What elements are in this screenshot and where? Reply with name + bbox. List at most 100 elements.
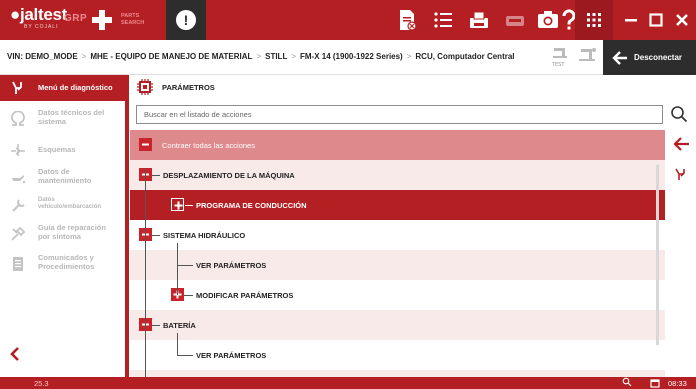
tree-connector bbox=[152, 325, 160, 326]
print-icon[interactable] bbox=[461, 0, 497, 40]
repair-guide-icon bbox=[11, 226, 26, 241]
collapse-all-row[interactable]: Contraer todas las acciones bbox=[130, 130, 665, 160]
sidebar-item-label: Esquemas bbox=[38, 145, 76, 154]
printer-disabled-icon bbox=[497, 0, 533, 40]
tree-row-label: MODIFICAR PARÁMETROS bbox=[196, 291, 294, 300]
close-icon[interactable] bbox=[668, 0, 696, 40]
search-icon[interactable] bbox=[670, 105, 688, 123]
footer-search-icon[interactable] bbox=[622, 377, 632, 387]
tree-connector bbox=[152, 235, 160, 236]
diagnostic-shortcut-icon[interactable] bbox=[674, 168, 688, 182]
breadcrumb-category[interactable]: MHE - EQUIPO DE MANEJO DE MATERIAL bbox=[90, 52, 252, 61]
sidebar-item-label: Menú de diagnóstico bbox=[38, 83, 113, 92]
tree-row-label: PROGRAMA DE CONDUCCIÓN bbox=[196, 201, 307, 210]
tree-row[interactable]: BATERÍA bbox=[130, 310, 665, 340]
document-icon bbox=[13, 257, 23, 271]
tree-row[interactable]: DESPLAZAMIENTO DE LA MÁQUINA bbox=[130, 160, 665, 190]
sidebar-item-label: Datos de bbox=[38, 167, 70, 176]
ohm-icon bbox=[11, 111, 25, 126]
search-label: SEARCH bbox=[121, 20, 145, 26]
sidebar: Menú de diagnóstico Datos técnicos del si… bbox=[0, 75, 125, 377]
tree-connector bbox=[152, 175, 160, 176]
sidebar-item-label: Comunicados y bbox=[38, 253, 94, 262]
wrench-icon bbox=[12, 199, 25, 212]
sidebar-item-label-group: Guía de reparación por síntoma bbox=[38, 223, 106, 241]
action-tree: Contraer todas las acciones DESPLAZAMIEN… bbox=[130, 130, 665, 377]
tree-scrollbar[interactable] bbox=[656, 165, 659, 345]
tree-row-label: BATERÍA bbox=[163, 321, 196, 330]
right-rail bbox=[665, 130, 696, 377]
tree-connector bbox=[177, 265, 193, 266]
tree-row bbox=[130, 370, 665, 377]
report-icon[interactable] bbox=[389, 0, 425, 40]
plus-icon[interactable] bbox=[171, 198, 184, 211]
calendar-icon[interactable] bbox=[650, 378, 660, 388]
panel-header: PARÁMETROS bbox=[130, 75, 696, 100]
sidebar-item-maintenance-data[interactable]: Datos de mantenimiento bbox=[0, 165, 125, 193]
test-label: TEST bbox=[551, 62, 565, 68]
breadcrumb-system[interactable]: RCU, Computador Central bbox=[415, 52, 514, 61]
tree-row[interactable]: VER PARÁMETROS bbox=[130, 340, 665, 370]
search-input[interactable] bbox=[136, 105, 663, 124]
breadcrumb-separator: > bbox=[256, 52, 262, 61]
sidebar-item-label: Datos técnicos del bbox=[38, 108, 105, 117]
page-title: PARÁMETROS bbox=[162, 83, 215, 92]
breadcrumb-model[interactable]: FM-X 14 (1900-1922 Series) bbox=[300, 52, 403, 61]
breadcrumb-vin[interactable]: VIN: DEMO_MODE bbox=[7, 52, 78, 61]
tree-row-label: VER PARÁMETROS bbox=[196, 351, 267, 360]
sidebar-item-technical-data[interactable]: Datos técnicos del sistema bbox=[0, 106, 125, 134]
test-connector-icon[interactable]: TEST bbox=[551, 46, 569, 68]
sidebar-item-bulletins[interactable]: Comunicados y Procedimientos bbox=[0, 251, 125, 279]
connector-icon[interactable] bbox=[577, 46, 597, 68]
version-label: 25.3 bbox=[34, 379, 49, 388]
sidebar-item-label-group: Datos técnicos del sistema bbox=[38, 108, 104, 126]
tree-row[interactable]: SISTEMA HIDRÁULICO bbox=[130, 220, 665, 250]
alert-icon: ! bbox=[176, 10, 196, 30]
sidebar-collapse-icon[interactable] bbox=[8, 346, 22, 362]
jaltest-app: ●jaltest BY COJALI GRP PARTS SEARCH ! VI… bbox=[0, 0, 696, 389]
sidebar-item-label-2: sistema bbox=[38, 117, 66, 126]
tree-connector bbox=[177, 243, 178, 295]
schematic-icon bbox=[11, 144, 25, 156]
logo-subtext: BY COJALI bbox=[24, 24, 59, 30]
breadcrumb-separator: > bbox=[291, 52, 296, 61]
tree-connector bbox=[177, 333, 178, 356]
jaltest-logo[interactable]: ●jaltest BY COJALI bbox=[10, 5, 68, 31]
disconnect-button[interactable]: Desconectar bbox=[603, 40, 696, 75]
add-icon[interactable] bbox=[90, 8, 114, 32]
logo-text: ●jaltest bbox=[10, 5, 68, 24]
tree-connector bbox=[184, 295, 193, 296]
top-bar: ●jaltest BY COJALI GRP PARTS SEARCH ! bbox=[0, 0, 696, 40]
tree-row-label: DESPLAZAMIENTO DE LA MÁQUINA bbox=[163, 171, 295, 180]
sidebar-item-label-group: Datos de mantenimiento bbox=[38, 167, 91, 185]
sidebar-item-label-2: mantenimiento bbox=[38, 176, 92, 185]
tree-row[interactable]: VER PARÁMETROS bbox=[130, 250, 665, 280]
sidebar-item-vehicle-data[interactable]: Datos vehículo/embarcación bbox=[0, 193, 125, 221]
breadcrumb-brand[interactable]: STILL bbox=[265, 52, 287, 61]
minimize-icon[interactable] bbox=[617, 0, 645, 40]
sidebar-item-diagnostic-menu[interactable]: Menú de diagnóstico bbox=[0, 75, 125, 101]
tree-row[interactable]: MODIFICAR PARÁMETROS bbox=[130, 280, 665, 310]
maximize-icon[interactable] bbox=[642, 0, 670, 40]
sidebar-item-label-2: vehículo/embarcación bbox=[38, 204, 102, 210]
sidebar-item-label-group: Comunicados y Procedimientos bbox=[38, 253, 94, 271]
sidebar-divider bbox=[125, 75, 129, 377]
chip-icon bbox=[137, 79, 153, 95]
list-icon[interactable] bbox=[425, 0, 461, 40]
alert-button[interactable]: ! bbox=[166, 0, 206, 40]
sidebar-item-label-2: Procedimientos bbox=[38, 262, 95, 271]
tree-connector bbox=[185, 205, 193, 206]
breadcrumb-separator: > bbox=[81, 52, 87, 61]
tree-row-selected[interactable]: PROGRAMA DE CONDUCCIÓN bbox=[130, 190, 665, 220]
grp-button[interactable]: GRP bbox=[64, 13, 87, 24]
breadcrumb: VIN: DEMO_MODE > MHE - EQUIPO DE MANEJO DE… bbox=[7, 52, 515, 61]
tree-connector bbox=[177, 355, 193, 356]
parts-search-button[interactable]: PARTS SEARCH bbox=[121, 13, 144, 27]
sidebar-item-schematics[interactable]: Esquemas bbox=[0, 137, 125, 165]
apps-grid-icon[interactable] bbox=[575, 0, 613, 40]
tree-row-label: SISTEMA HIDRÁULICO bbox=[163, 231, 246, 240]
back-arrow-icon[interactable] bbox=[672, 136, 690, 152]
sidebar-item-repair-guide[interactable]: Guía de reparación por síntoma bbox=[0, 221, 125, 249]
sidebar-item-label: Datos bbox=[38, 197, 55, 203]
minus-icon bbox=[139, 138, 152, 151]
